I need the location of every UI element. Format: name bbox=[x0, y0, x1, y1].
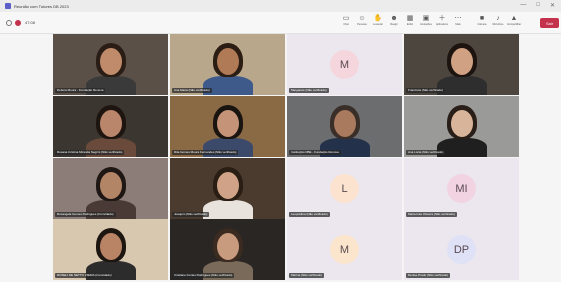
participant-tile[interactable]: Rita Gomes Moura Fernandes (Não verifica… bbox=[170, 96, 285, 157]
apps-label: Aplicativos bbox=[436, 23, 448, 26]
view-icon: ▦ bbox=[406, 15, 414, 22]
window-controls: — □ ✕ bbox=[520, 2, 555, 9]
more-label: Mais bbox=[455, 23, 461, 26]
participant-name: Francisca (Não verificado) bbox=[406, 88, 446, 93]
share-label: Compartilhar bbox=[506, 23, 522, 26]
mic-button[interactable]: ♪ Microfone bbox=[490, 14, 506, 32]
more-button[interactable]: ⋯ Mais bbox=[450, 14, 466, 32]
participant-name: Marina (Não verificado) bbox=[289, 273, 325, 278]
title-bar: Reunião com Tutores DB 2023 — □ ✕ bbox=[0, 0, 561, 12]
people-icon: ☺ bbox=[358, 15, 366, 22]
participant-avatar: M bbox=[330, 235, 359, 264]
mic-icon: ♪ bbox=[496, 15, 500, 22]
participant-tile[interactable]: Ana Maria (Não verificado) bbox=[170, 34, 285, 95]
minimize-icon[interactable]: — bbox=[520, 2, 526, 9]
share-button[interactable]: ▲ Compartilhar bbox=[506, 14, 522, 32]
raise-hand-icon: ✋ bbox=[373, 15, 383, 22]
meeting-timer: 47:08 bbox=[25, 20, 36, 25]
react-icon: ☻ bbox=[390, 15, 398, 22]
video-grid: Debora Moura - Fundação Renova Ana Maria … bbox=[53, 34, 519, 280]
participant-video bbox=[287, 96, 402, 157]
notes-button[interactable]: ▣ Anotações bbox=[418, 14, 434, 32]
participant-name: Denise Prado (Não verificado) bbox=[406, 273, 451, 278]
maximize-icon[interactable]: □ bbox=[536, 2, 540, 9]
meeting-toolbar: 47:08 ▭ Chat ☺ Pessoas ✋ Levantar ☻ Reag… bbox=[0, 12, 561, 34]
window-title: Reunião com Tutores DB 2023 bbox=[14, 3, 69, 9]
participant-video bbox=[170, 219, 285, 280]
participant-tile[interactable]: Rosangela Gomes Rodrigues (Convidado) bbox=[53, 158, 168, 219]
participant-video bbox=[404, 96, 519, 157]
participant-tile[interactable]: L Leopoldina (Não verificado) bbox=[287, 158, 402, 219]
teams-meeting-window: Reunião com Tutores DB 2023 — □ ✕ 47:08 … bbox=[0, 0, 561, 282]
participant-name: Rosana Cristina Miranda Negrini (Não ver… bbox=[55, 150, 125, 155]
more-icon: ⋯ bbox=[454, 15, 462, 22]
people-label: Pessoas bbox=[357, 23, 367, 26]
participant-tile[interactable]: DP Denise Prado (Não verificado) bbox=[404, 219, 519, 280]
participant-video bbox=[53, 96, 168, 157]
recording-icon bbox=[15, 20, 21, 26]
camera-label: Câmera bbox=[477, 23, 487, 26]
close-icon[interactable]: ✕ bbox=[550, 2, 555, 9]
participant-name: Ana Maria (Não verificado) bbox=[172, 88, 212, 93]
participant-tile[interactable]: Debora Moura - Fundação Renova bbox=[53, 34, 168, 95]
view-button[interactable]: ▦ Exibir bbox=[402, 14, 418, 32]
teams-app-icon bbox=[5, 3, 11, 9]
participant-avatar: DP bbox=[447, 235, 476, 264]
participant-video bbox=[53, 34, 168, 95]
notes-label: Anotações bbox=[420, 23, 432, 26]
participant-tile[interactable]: Rosana Cristina Miranda Negrini (Não ver… bbox=[53, 96, 168, 157]
participant-video bbox=[170, 34, 285, 95]
participant-tile[interactable]: M Marina (Não verificado) bbox=[287, 219, 402, 280]
chat-label: Chat bbox=[343, 23, 349, 26]
react-label: Reagir bbox=[390, 23, 398, 26]
participant-tile[interactable]: Cristiane Fontes Rodrigues (Não verifica… bbox=[170, 219, 285, 280]
participant-tile[interactable]: ROSELI DE NETTO VIEIRA (Convidado) bbox=[53, 219, 168, 280]
participant-name: Instituição DBE - Fundação Renova bbox=[289, 150, 341, 155]
participant-name: Cristiane Fontes Rodrigues (Não verifica… bbox=[172, 273, 235, 278]
share-icon: ▲ bbox=[510, 15, 518, 22]
participant-avatar: MI bbox=[447, 174, 476, 203]
view-label: Exibir bbox=[406, 23, 414, 26]
raise-hand-label: Levantar bbox=[373, 23, 383, 26]
participant-video bbox=[53, 158, 168, 219]
participant-avatar: L bbox=[330, 174, 359, 203]
camera-button[interactable]: ■ Câmera bbox=[474, 14, 490, 32]
participant-name: Maria Inês Oliveira (Não verificado) bbox=[406, 212, 458, 217]
participant-name: Ana Lúcia (Não verificado) bbox=[406, 150, 446, 155]
chat-icon: ▭ bbox=[342, 15, 350, 22]
participant-avatar: M bbox=[330, 50, 359, 79]
participant-name: Margarete (Não verificado) bbox=[289, 88, 329, 93]
participant-tile[interactable]: MI Maria Inês Oliveira (Não verificado) bbox=[404, 158, 519, 219]
rooms-icon: ▣ bbox=[422, 15, 430, 22]
apps-button[interactable]: ＋ Aplicativos bbox=[434, 14, 450, 32]
chat-button[interactable]: ▭ Chat bbox=[338, 14, 354, 32]
participant-name: Rosangela Gomes Rodrigues (Convidado) bbox=[55, 212, 116, 217]
react-button[interactable]: ☻ Reagir bbox=[386, 14, 402, 32]
shield-icon[interactable] bbox=[6, 20, 12, 26]
meeting-tools: ▭ Chat ☺ Pessoas ✋ Levantar ☻ Reagir ▦ E… bbox=[338, 14, 522, 32]
mic-label: Microfone bbox=[492, 23, 504, 26]
participant-video bbox=[53, 219, 168, 280]
participant-video bbox=[170, 158, 285, 219]
participant-name: Rita Gomes Moura Fernandes (Não verifica… bbox=[172, 150, 239, 155]
apps-icon: ＋ bbox=[438, 15, 446, 22]
participant-video bbox=[404, 34, 519, 95]
camera-icon: ■ bbox=[479, 15, 485, 22]
leave-button[interactable]: Sair bbox=[540, 18, 559, 28]
participant-name: Leopoldina (Não verificado) bbox=[289, 212, 330, 217]
participant-video bbox=[170, 96, 285, 157]
participant-tile[interactable]: Joaquim (Não verificado) bbox=[170, 158, 285, 219]
raise-hand-button[interactable]: ✋ Levantar bbox=[370, 14, 386, 32]
participant-name: Debora Moura - Fundação Renova bbox=[55, 88, 106, 93]
participant-tile[interactable]: M Margarete (Não verificado) bbox=[287, 34, 402, 95]
participant-name: Joaquim (Não verificado) bbox=[172, 212, 210, 217]
participant-tile[interactable]: Ana Lúcia (Não verificado) bbox=[404, 96, 519, 157]
participant-name: ROSELI DE NETTO VIEIRA (Convidado) bbox=[55, 273, 114, 278]
participant-tile[interactable]: Instituição DBE - Fundação Renova bbox=[287, 96, 402, 157]
people-button[interactable]: ☺ Pessoas bbox=[354, 14, 370, 32]
participant-tile[interactable]: Francisca (Não verificado) bbox=[404, 34, 519, 95]
